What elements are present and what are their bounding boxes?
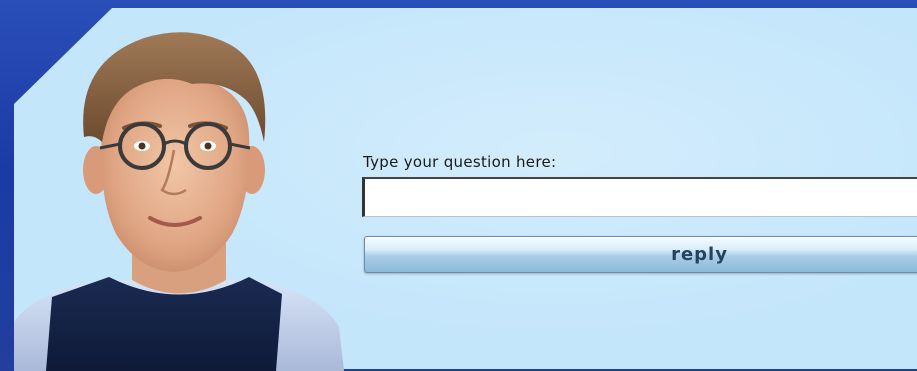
reply-button[interactable]: reply — [364, 236, 917, 273]
reply-button-label: reply — [671, 244, 728, 265]
app-frame: Type your question here: reply — [0, 0, 917, 371]
question-label: Type your question here: — [363, 153, 557, 171]
virtual-assistant-avatar — [14, 32, 344, 371]
question-input[interactable] — [362, 177, 917, 217]
